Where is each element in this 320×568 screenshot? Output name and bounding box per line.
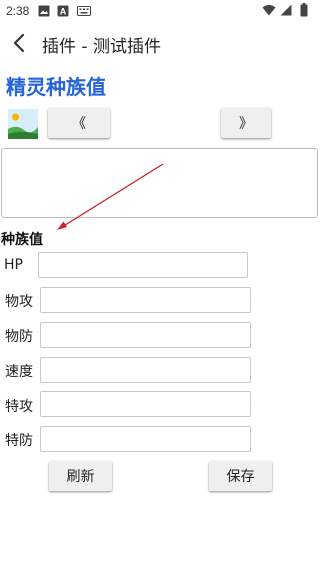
picture-icon[interactable] [8, 109, 38, 139]
status-time: 2:38 [6, 4, 30, 18]
refresh-button[interactable]: 刷新 [49, 461, 112, 491]
save-button[interactable]: 保存 [209, 461, 272, 491]
attack-input[interactable] [40, 287, 251, 313]
battery-icon [300, 3, 308, 17]
defense-label: 物防 [5, 329, 33, 345]
speed-input[interactable] [40, 357, 251, 383]
special-attack-input[interactable] [40, 391, 251, 417]
wifi-icon [262, 5, 276, 16]
image-icon [38, 5, 50, 17]
svg-text:A: A [60, 7, 67, 17]
page-title: 精灵种族值 [6, 75, 106, 99]
special-attack-label: 特攻 [5, 399, 33, 415]
app-bar: 插件 - 测试插件 [0, 22, 320, 64]
hp-label: HP [4, 257, 23, 273]
output-text-area[interactable] [1, 148, 318, 218]
defense-input[interactable] [40, 322, 251, 348]
keyboard-icon [77, 6, 91, 16]
special-defense-label: 特防 [5, 433, 33, 449]
status-bar: 2:38 A [0, 0, 320, 22]
section-title: 种族值 [1, 232, 43, 248]
special-defense-input[interactable] [40, 426, 251, 452]
attack-label: 物攻 [5, 294, 33, 310]
prev-button[interactable]: 《 [48, 108, 110, 138]
a-box-icon: A [57, 5, 69, 17]
app-bar-title: 插件 - 测试插件 [42, 37, 161, 57]
speed-label: 速度 [5, 364, 33, 380]
back-arrow-icon[interactable] [11, 33, 29, 53]
signal-icon [280, 4, 292, 16]
next-button[interactable]: 》 [221, 108, 271, 138]
hp-input[interactable] [38, 252, 248, 278]
